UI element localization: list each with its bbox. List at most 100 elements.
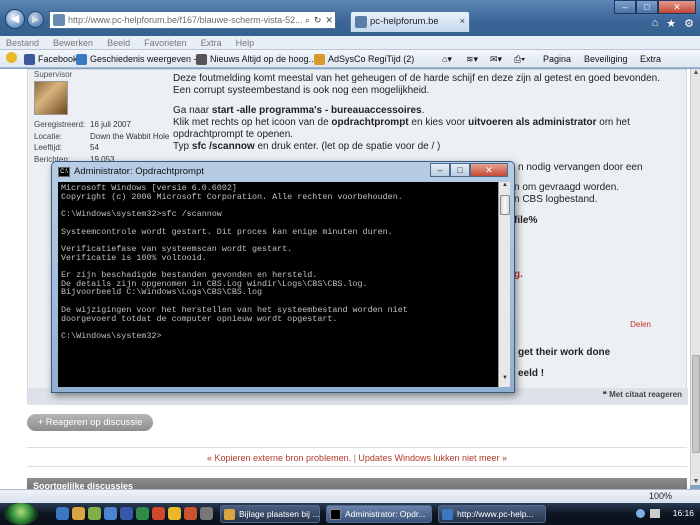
task-label: Administrator: Opdr... <box>345 509 426 519</box>
signature-fragment: eeld ! <box>518 368 545 379</box>
menu-help[interactable]: Help <box>236 36 255 49</box>
close-button[interactable]: ✕ <box>470 163 508 177</box>
menu-bewerken[interactable]: Bewerken <box>53 36 93 49</box>
window-controls: – □ ✕ <box>614 0 696 14</box>
print-icon[interactable]: ⎙▾ <box>514 53 525 66</box>
menu-extra[interactable]: Extra <box>201 36 222 49</box>
forward-button[interactable]: ▶ <box>27 11 44 28</box>
address-bar[interactable]: http://www.pc-helpforum.be/f167/blauwe-s… <box>49 11 336 29</box>
start-button[interactable] <box>4 503 38 525</box>
quote-reply-button[interactable]: ❝ Met citaat reageren <box>603 390 682 399</box>
page-menu[interactable]: Pagina <box>543 53 571 66</box>
menu-bar: Bestand Bewerken Beeld Favorieten Extra … <box>0 36 700 50</box>
desktop-quicklaunch-icon[interactable] <box>104 507 117 520</box>
minimize-button[interactable]: – <box>430 163 450 177</box>
text-bold: sfc /scannow <box>191 141 255 152</box>
maximize-button[interactable]: □ <box>636 0 658 14</box>
text-bold: start -alle programma's - bureauaccessoi… <box>211 105 422 116</box>
page-scrollbar[interactable]: ▲ ▼ <box>690 69 700 485</box>
quote-reply-label: Met citaat reageren <box>609 390 682 399</box>
command-prompt-window[interactable]: C:\ Administrator: Opdrachtprompt – □ ✕ … <box>51 161 515 393</box>
share-link[interactable]: Delen <box>630 320 651 329</box>
task-cmd[interactable]: Administrator: Opdr... <box>326 505 432 523</box>
site-favicon-icon <box>53 14 65 26</box>
app-quicklaunch-icon[interactable] <box>184 507 197 520</box>
text-bold: opdrachtprompt <box>331 117 409 128</box>
media-quicklaunch-icon[interactable] <box>88 507 101 520</box>
taskbar: Bijlage plaatsen bij ... Administrator: … <box>0 503 700 525</box>
fav-geschiedenis[interactable]: Geschiedenis weergeven -... <box>76 52 204 66</box>
window-title: Administrator: Opdrachtprompt <box>74 166 204 177</box>
post-fragment: n CBS logbestand. <box>514 194 598 205</box>
scroll-down-icon[interactable]: ▼ <box>499 375 511 387</box>
fav-adsysco[interactable]: AdSysCo RegiTijd (2) <box>314 52 414 66</box>
menu-bestand[interactable]: Bestand <box>6 36 39 49</box>
task-label: Bijlage plaatsen bij ... <box>239 509 320 519</box>
menu-favorieten[interactable]: Favorieten <box>144 36 187 49</box>
fav-facebook-label: Facebook <box>38 54 78 64</box>
close-button[interactable]: ✕ <box>658 0 696 14</box>
clock[interactable]: 16:16 <box>673 508 694 518</box>
feeds-icon[interactable]: ≋▾ <box>466 53 478 66</box>
system-tray: 16:16 <box>630 503 700 525</box>
task-bijlage[interactable]: Bijlage plaatsen bij ... <box>220 505 320 523</box>
stat-value: 16 juli 2007 <box>90 120 131 129</box>
text-bold: uitvoeren als administrator <box>468 117 597 128</box>
tab-pc-helpforum[interactable]: pc-helpforum.be × <box>350 11 470 32</box>
text: . <box>421 105 425 116</box>
console-output[interactable]: Microsoft Windows [versie 6.0.6002] Copy… <box>58 182 498 387</box>
favorites-star-icon[interactable]: ★ <box>666 17 676 30</box>
scroll-up-icon[interactable]: ▲ <box>691 69 700 76</box>
post-line: Deze foutmelding komt meestal van het ge… <box>173 73 660 84</box>
zoom-level[interactable]: 100% <box>649 490 672 503</box>
app-quicklaunch-icon[interactable] <box>152 507 165 520</box>
task-browser[interactable]: http://www.pc-help... <box>438 505 546 523</box>
scroll-up-icon[interactable]: ▲ <box>499 182 511 194</box>
text: en druk enter. (let op de spatie voor de… <box>254 141 441 152</box>
refresh-icon[interactable]: ↻ <box>312 15 324 26</box>
extra-menu[interactable]: Extra <box>640 53 661 66</box>
news-icon <box>196 53 207 65</box>
fav-nieuws[interactable]: Nieuws Altijd op de hoog... <box>196 52 316 66</box>
security-menu[interactable]: Beveiliging <box>584 53 628 66</box>
console-scrollbar[interactable]: ▲ ▼ <box>498 182 510 387</box>
cmd-icon <box>330 509 341 520</box>
back-button[interactable]: ◀ <box>5 9 25 29</box>
word-quicklaunch-icon[interactable] <box>120 507 133 520</box>
stat-value: 54 <box>90 143 99 152</box>
scroll-thumb[interactable] <box>692 355 700 453</box>
prev-thread-link[interactable]: « Kopieren externe bron problemen. <box>207 453 351 463</box>
post-line: Een corrupt systeembestand is ook nog ee… <box>173 85 430 96</box>
minimize-button[interactable]: – <box>614 0 636 14</box>
excel-quicklaunch-icon[interactable] <box>136 507 149 520</box>
ie-icon <box>76 53 87 65</box>
volume-icon[interactable] <box>650 509 660 518</box>
favorites-bar: Facebook Geschiedenis weergeven -... Nie… <box>0 50 700 68</box>
stop-icon[interactable]: ✕ <box>323 15 335 26</box>
tab-close-icon[interactable]: × <box>460 12 465 31</box>
url-text[interactable]: http://www.pc-helpforum.be/f167/blauwe-s… <box>68 15 303 25</box>
post-line: Typ sfc /scannow en druk enter. (let op … <box>173 141 688 153</box>
home-icon[interactable]: ⌂ <box>652 17 659 30</box>
scroll-down-icon[interactable]: ▼ <box>691 478 700 485</box>
favorites-star-icon[interactable] <box>6 52 17 63</box>
folder-quicklaunch-icon[interactable] <box>72 507 85 520</box>
search-icon[interactable]: ⌕ <box>303 15 312 26</box>
avatar[interactable] <box>34 81 68 115</box>
settings-gear-icon[interactable]: ⚙ <box>684 17 694 30</box>
app-quicklaunch-icon[interactable] <box>200 507 213 520</box>
post-author-profile: Supervisor Geregistreerd: 16 juli 2007 Lo… <box>34 70 189 165</box>
reply-to-thread-button[interactable]: + Reageren op discussie <box>27 414 153 431</box>
next-thread-link[interactable]: Updates Windows lukken niet meer » <box>358 453 507 463</box>
app-quicklaunch-icon[interactable] <box>168 507 181 520</box>
mail-icon[interactable]: ✉▾ <box>490 53 502 66</box>
scroll-thumb[interactable] <box>500 195 510 215</box>
home-cmd-icon[interactable]: ⌂▾ <box>442 53 452 66</box>
menu-beeld[interactable]: Beeld <box>107 36 130 49</box>
maximize-button[interactable]: □ <box>450 163 470 177</box>
fav-facebook[interactable]: Facebook <box>24 52 78 66</box>
network-icon[interactable] <box>636 509 645 518</box>
ie-quicklaunch-icon[interactable] <box>56 507 69 520</box>
ie-icon <box>442 509 453 520</box>
post-fragment: n om gevraagd worden. <box>514 182 620 193</box>
